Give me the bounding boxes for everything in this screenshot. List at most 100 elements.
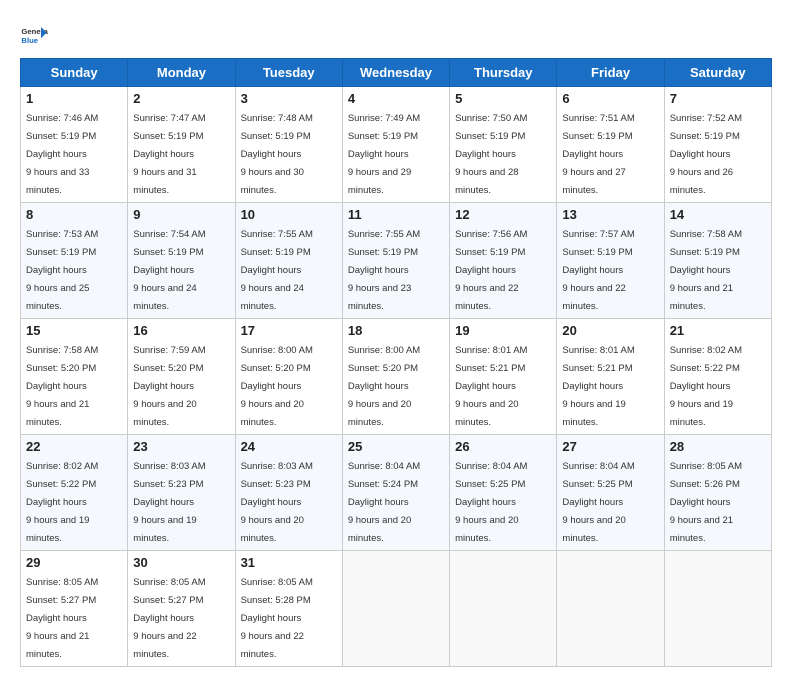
calendar-header-monday: Monday [128, 59, 235, 87]
day-info: Sunrise: 7:58 AMSunset: 5:19 PMDaylight … [670, 229, 742, 312]
day-info: Sunrise: 8:05 AMSunset: 5:28 PMDaylight … [241, 577, 313, 660]
calendar-cell [664, 551, 771, 667]
calendar-cell: 27 Sunrise: 8:04 AMSunset: 5:25 PMDaylig… [557, 435, 664, 551]
calendar-cell: 20 Sunrise: 8:01 AMSunset: 5:21 PMDaylig… [557, 319, 664, 435]
day-number: 28 [670, 439, 766, 454]
day-info: Sunrise: 7:52 AMSunset: 5:19 PMDaylight … [670, 113, 742, 196]
calendar-week-5: 29 Sunrise: 8:05 AMSunset: 5:27 PMDaylig… [21, 551, 772, 667]
day-info: Sunrise: 7:58 AMSunset: 5:20 PMDaylight … [26, 345, 98, 428]
calendar-cell: 24 Sunrise: 8:03 AMSunset: 5:23 PMDaylig… [235, 435, 342, 551]
logo: General Blue [20, 20, 48, 48]
calendar-week-4: 22 Sunrise: 8:02 AMSunset: 5:22 PMDaylig… [21, 435, 772, 551]
day-number: 20 [562, 323, 658, 338]
day-info: Sunrise: 7:56 AMSunset: 5:19 PMDaylight … [455, 229, 527, 312]
day-number: 29 [26, 555, 122, 570]
day-number: 15 [26, 323, 122, 338]
day-info: Sunrise: 8:01 AMSunset: 5:21 PMDaylight … [562, 345, 634, 428]
calendar-cell: 23 Sunrise: 8:03 AMSunset: 5:23 PMDaylig… [128, 435, 235, 551]
day-number: 30 [133, 555, 229, 570]
day-info: Sunrise: 7:57 AMSunset: 5:19 PMDaylight … [562, 229, 634, 312]
day-info: Sunrise: 8:05 AMSunset: 5:26 PMDaylight … [670, 461, 742, 544]
day-number: 6 [562, 91, 658, 106]
calendar-cell: 7 Sunrise: 7:52 AMSunset: 5:19 PMDayligh… [664, 87, 771, 203]
calendar-cell: 26 Sunrise: 8:04 AMSunset: 5:25 PMDaylig… [450, 435, 557, 551]
day-number: 23 [133, 439, 229, 454]
day-info: Sunrise: 8:05 AMSunset: 5:27 PMDaylight … [133, 577, 205, 660]
calendar-cell: 12 Sunrise: 7:56 AMSunset: 5:19 PMDaylig… [450, 203, 557, 319]
calendar-cell: 2 Sunrise: 7:47 AMSunset: 5:19 PMDayligh… [128, 87, 235, 203]
day-info: Sunrise: 8:01 AMSunset: 5:21 PMDaylight … [455, 345, 527, 428]
day-number: 25 [348, 439, 444, 454]
day-info: Sunrise: 7:51 AMSunset: 5:19 PMDaylight … [562, 113, 634, 196]
day-info: Sunrise: 8:05 AMSunset: 5:27 PMDaylight … [26, 577, 98, 660]
calendar-cell: 28 Sunrise: 8:05 AMSunset: 5:26 PMDaylig… [664, 435, 771, 551]
day-number: 24 [241, 439, 337, 454]
calendar-cell: 9 Sunrise: 7:54 AMSunset: 5:19 PMDayligh… [128, 203, 235, 319]
day-info: Sunrise: 8:04 AMSunset: 5:25 PMDaylight … [455, 461, 527, 544]
day-number: 21 [670, 323, 766, 338]
day-info: Sunrise: 8:00 AMSunset: 5:20 PMDaylight … [241, 345, 313, 428]
day-number: 22 [26, 439, 122, 454]
calendar-header-saturday: Saturday [664, 59, 771, 87]
day-info: Sunrise: 7:59 AMSunset: 5:20 PMDaylight … [133, 345, 205, 428]
calendar-cell: 8 Sunrise: 7:53 AMSunset: 5:19 PMDayligh… [21, 203, 128, 319]
calendar-header-tuesday: Tuesday [235, 59, 342, 87]
day-number: 19 [455, 323, 551, 338]
day-number: 5 [455, 91, 551, 106]
day-number: 2 [133, 91, 229, 106]
day-info: Sunrise: 7:54 AMSunset: 5:19 PMDaylight … [133, 229, 205, 312]
calendar-cell: 4 Sunrise: 7:49 AMSunset: 5:19 PMDayligh… [342, 87, 449, 203]
day-info: Sunrise: 7:46 AMSunset: 5:19 PMDaylight … [26, 113, 98, 196]
calendar-cell [450, 551, 557, 667]
calendar-cell [557, 551, 664, 667]
day-info: Sunrise: 7:50 AMSunset: 5:19 PMDaylight … [455, 113, 527, 196]
calendar-cell: 18 Sunrise: 8:00 AMSunset: 5:20 PMDaylig… [342, 319, 449, 435]
day-info: Sunrise: 8:00 AMSunset: 5:20 PMDaylight … [348, 345, 420, 428]
calendar-cell: 10 Sunrise: 7:55 AMSunset: 5:19 PMDaylig… [235, 203, 342, 319]
calendar-cell: 13 Sunrise: 7:57 AMSunset: 5:19 PMDaylig… [557, 203, 664, 319]
day-number: 31 [241, 555, 337, 570]
calendar-cell: 6 Sunrise: 7:51 AMSunset: 5:19 PMDayligh… [557, 87, 664, 203]
day-number: 13 [562, 207, 658, 222]
calendar-header-thursday: Thursday [450, 59, 557, 87]
calendar-header-row: SundayMondayTuesdayWednesdayThursdayFrid… [21, 59, 772, 87]
calendar-header-friday: Friday [557, 59, 664, 87]
svg-text:Blue: Blue [21, 36, 38, 45]
day-number: 18 [348, 323, 444, 338]
day-number: 26 [455, 439, 551, 454]
calendar-week-3: 15 Sunrise: 7:58 AMSunset: 5:20 PMDaylig… [21, 319, 772, 435]
day-info: Sunrise: 7:53 AMSunset: 5:19 PMDaylight … [26, 229, 98, 312]
day-info: Sunrise: 7:48 AMSunset: 5:19 PMDaylight … [241, 113, 313, 196]
day-number: 16 [133, 323, 229, 338]
calendar-cell: 21 Sunrise: 8:02 AMSunset: 5:22 PMDaylig… [664, 319, 771, 435]
page-header: General Blue [20, 20, 772, 48]
calendar-cell [342, 551, 449, 667]
calendar-cell: 17 Sunrise: 8:00 AMSunset: 5:20 PMDaylig… [235, 319, 342, 435]
day-info: Sunrise: 8:04 AMSunset: 5:25 PMDaylight … [562, 461, 634, 544]
day-number: 17 [241, 323, 337, 338]
day-info: Sunrise: 7:55 AMSunset: 5:19 PMDaylight … [241, 229, 313, 312]
day-info: Sunrise: 8:03 AMSunset: 5:23 PMDaylight … [133, 461, 205, 544]
day-number: 10 [241, 207, 337, 222]
calendar-header-wednesday: Wednesday [342, 59, 449, 87]
calendar-week-1: 1 Sunrise: 7:46 AMSunset: 5:19 PMDayligh… [21, 87, 772, 203]
day-info: Sunrise: 8:03 AMSunset: 5:23 PMDaylight … [241, 461, 313, 544]
calendar-cell: 25 Sunrise: 8:04 AMSunset: 5:24 PMDaylig… [342, 435, 449, 551]
calendar-cell: 11 Sunrise: 7:55 AMSunset: 5:19 PMDaylig… [342, 203, 449, 319]
day-number: 14 [670, 207, 766, 222]
calendar-week-2: 8 Sunrise: 7:53 AMSunset: 5:19 PMDayligh… [21, 203, 772, 319]
day-number: 9 [133, 207, 229, 222]
day-number: 4 [348, 91, 444, 106]
day-number: 3 [241, 91, 337, 106]
calendar-cell: 19 Sunrise: 8:01 AMSunset: 5:21 PMDaylig… [450, 319, 557, 435]
day-number: 1 [26, 91, 122, 106]
calendar-cell: 5 Sunrise: 7:50 AMSunset: 5:19 PMDayligh… [450, 87, 557, 203]
day-number: 12 [455, 207, 551, 222]
day-info: Sunrise: 7:47 AMSunset: 5:19 PMDaylight … [133, 113, 205, 196]
logo-icon: General Blue [20, 20, 48, 48]
calendar-cell: 3 Sunrise: 7:48 AMSunset: 5:19 PMDayligh… [235, 87, 342, 203]
day-number: 8 [26, 207, 122, 222]
calendar-cell: 14 Sunrise: 7:58 AMSunset: 5:19 PMDaylig… [664, 203, 771, 319]
day-number: 27 [562, 439, 658, 454]
day-info: Sunrise: 8:02 AMSunset: 5:22 PMDaylight … [670, 345, 742, 428]
